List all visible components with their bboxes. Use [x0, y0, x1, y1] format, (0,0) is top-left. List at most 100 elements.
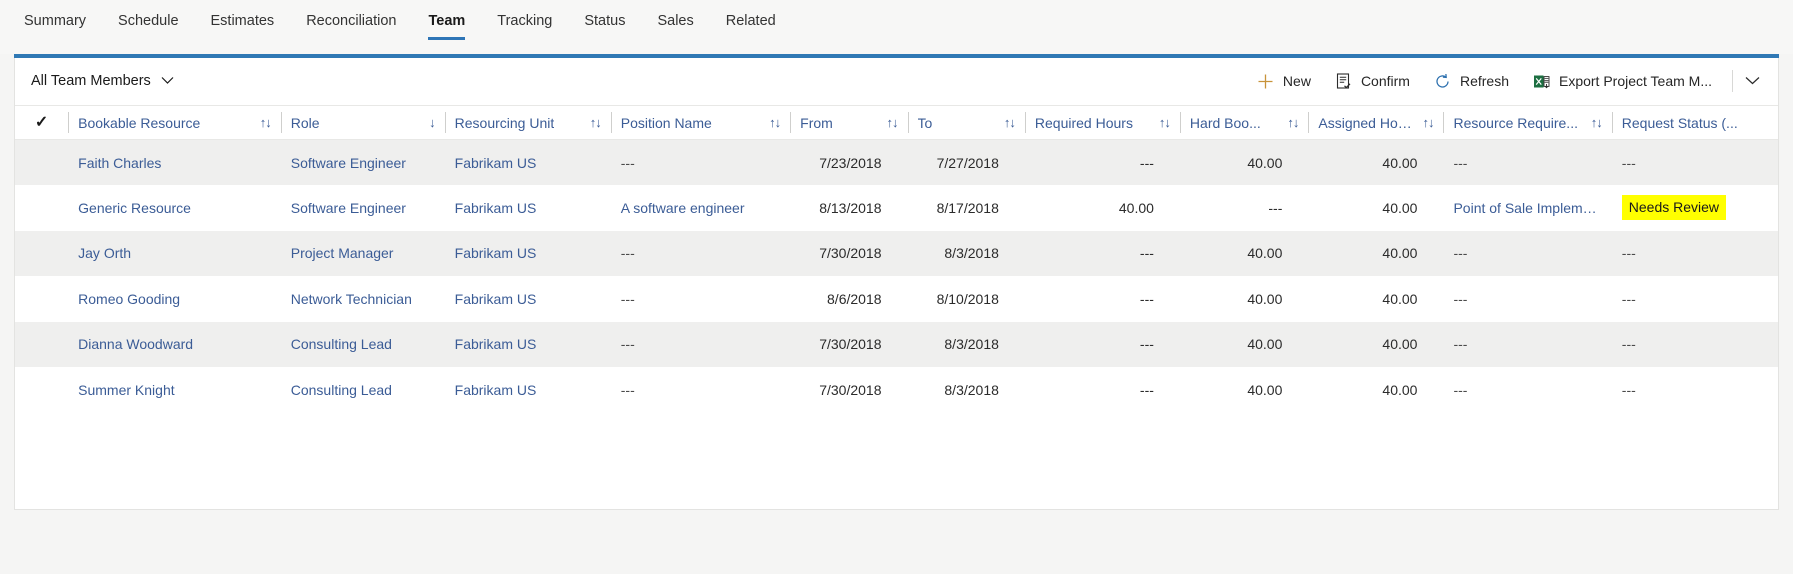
- cell-position-name[interactable]: A software engineer: [611, 185, 790, 231]
- confirm-checklist-icon: [1335, 72, 1352, 90]
- command-bar-overflow-button[interactable]: [1735, 66, 1774, 96]
- column-header-label: Assigned Hours: [1318, 114, 1417, 131]
- sort-toggle-icon[interactable]: ↑↓: [1591, 115, 1603, 130]
- column-header-resource-require[interactable]: Resource Require... ↑↓: [1443, 105, 1612, 140]
- cell-resource-requirement[interactable]: Point of Sale Impleme...: [1443, 185, 1611, 231]
- sort-toggle-icon[interactable]: ↑↓: [260, 115, 272, 130]
- cell-resourcing-unit[interactable]: Fabrikam US: [445, 322, 611, 368]
- table-row[interactable]: Generic Resource Software Engineer Fabrika…: [15, 185, 1778, 231]
- row-select-checkbox[interactable]: [15, 276, 68, 322]
- column-header-request-status[interactable]: Request Status (...: [1611, 105, 1778, 140]
- cell-from: 7/30/2018: [819, 245, 882, 262]
- cell-hard-booked-hours: 40.00: [1247, 290, 1283, 307]
- cell-required-hours: ---: [1139, 290, 1154, 307]
- sort-toggle-icon[interactable]: ↑↓: [1159, 115, 1171, 130]
- table-row[interactable]: Jay Orth Project Manager Fabrikam US --- 7/3…: [15, 230, 1778, 277]
- cell-resourcing-unit[interactable]: Fabrikam US: [445, 276, 611, 322]
- cell-resourcing-unit[interactable]: Fabrikam US: [445, 367, 611, 413]
- view-selector[interactable]: All Team Members: [27, 68, 182, 94]
- export-project-team-members-button[interactable]: Export Project Team M...: [1521, 67, 1724, 96]
- cell-assigned-hours: 40.00: [1382, 381, 1418, 398]
- plus-icon: [1257, 73, 1274, 90]
- tab-related[interactable]: Related: [710, 12, 792, 42]
- refresh-button[interactable]: Refresh: [1422, 67, 1521, 96]
- row-select-checkbox[interactable]: [15, 367, 68, 413]
- cell-to: 8/3/2018: [944, 336, 999, 353]
- chevron-down-icon: [161, 72, 174, 90]
- cell-role[interactable]: Consulting Lead: [281, 367, 445, 413]
- sort-toggle-icon[interactable]: ↑↓: [769, 115, 781, 130]
- tab-sales[interactable]: Sales: [641, 12, 709, 42]
- column-header-resourcing-unit[interactable]: Resourcing Unit ↑↓: [444, 105, 611, 140]
- cell-resourcing-unit[interactable]: Fabrikam US: [445, 231, 611, 277]
- cell-bookable-resource[interactable]: Summer Knight: [68, 367, 281, 413]
- cell-resourcing-unit[interactable]: Fabrikam US: [445, 140, 611, 186]
- cell-hard-booked-hours: 40.00: [1247, 245, 1283, 262]
- cell-request-status: ---: [1621, 336, 1636, 353]
- cell-to: 8/10/2018: [936, 290, 999, 307]
- cell-role[interactable]: Software Engineer: [281, 140, 445, 186]
- cell-request-status: Needs Review: [1612, 185, 1778, 231]
- cell-bookable-resource[interactable]: Faith Charles: [68, 140, 281, 186]
- table-header-row: ✓ Bookable Resource ↑↓ Role ↓ Resourcing Uni…: [15, 105, 1778, 140]
- new-button-label: New: [1282, 73, 1311, 89]
- row-select-checkbox[interactable]: [15, 140, 68, 186]
- table-row[interactable]: Faith Charles Software Engineer Fabrikam U…: [15, 139, 1778, 186]
- column-header-assigned-hours[interactable]: Assigned Hours ↑↓: [1308, 105, 1444, 140]
- cell-required-hours: ---: [1139, 336, 1154, 353]
- confirm-button[interactable]: Confirm: [1323, 67, 1422, 96]
- cell-position-name: ---: [620, 245, 635, 262]
- sort-toggle-icon[interactable]: ↑↓: [1004, 115, 1016, 130]
- row-select-checkbox[interactable]: [15, 231, 68, 277]
- cell-request-status: ---: [1621, 290, 1636, 307]
- row-select-checkbox[interactable]: [15, 185, 68, 231]
- sort-toggle-icon[interactable]: ↑↓: [1287, 115, 1299, 130]
- table-row[interactable]: Dianna Woodward Consulting Lead Fabrikam U…: [15, 321, 1778, 368]
- cell-hard-booked-hours: 40.00: [1247, 336, 1283, 353]
- command-bar-divider: [1732, 70, 1733, 92]
- column-header-position-name[interactable]: Position Name ↑↓: [610, 105, 791, 140]
- cell-role[interactable]: Network Technician: [281, 276, 445, 322]
- tab-tracking[interactable]: Tracking: [481, 12, 568, 42]
- sort-descending-icon[interactable]: ↓: [429, 115, 435, 130]
- cell-resourcing-unit[interactable]: Fabrikam US: [445, 185, 611, 231]
- tab-estimates[interactable]: Estimates: [195, 12, 291, 42]
- cell-role[interactable]: Consulting Lead: [281, 322, 445, 368]
- column-header-bookable-resource[interactable]: Bookable Resource ↑↓: [68, 105, 281, 140]
- cell-bookable-resource[interactable]: Generic Resource: [68, 185, 281, 231]
- table-row[interactable]: Summer Knight Consulting Lead Fabrikam US -…: [15, 367, 1778, 413]
- cell-required-hours: ---: [1139, 245, 1154, 262]
- tab-summary[interactable]: Summary: [8, 12, 102, 42]
- column-header-label: Bookable Resource: [78, 114, 201, 131]
- tab-team[interactable]: Team: [412, 12, 481, 42]
- table-body: Faith Charles Software Engineer Fabrikam U…: [15, 139, 1778, 413]
- cell-role[interactable]: Software Engineer: [281, 185, 445, 231]
- sort-toggle-icon[interactable]: ↑↓: [887, 115, 899, 130]
- column-header-to[interactable]: To ↑↓: [907, 105, 1025, 140]
- cell-role[interactable]: Project Manager: [281, 231, 445, 277]
- tab-schedule[interactable]: Schedule: [102, 12, 194, 42]
- refresh-icon: [1434, 73, 1451, 90]
- cell-resource-requirement: ---: [1453, 381, 1468, 398]
- cell-bookable-resource[interactable]: Dianna Woodward: [68, 322, 281, 368]
- column-header-required-hours[interactable]: Required Hours ↑↓: [1024, 105, 1180, 140]
- excel-export-icon: [1533, 73, 1550, 90]
- cell-hard-booked-hours: ---: [1268, 199, 1283, 216]
- column-header-hard-boo[interactable]: Hard Boo... ↑↓: [1179, 105, 1309, 140]
- sort-toggle-icon[interactable]: ↑↓: [1422, 115, 1434, 130]
- cell-bookable-resource[interactable]: Romeo Gooding: [68, 276, 281, 322]
- cell-resource-requirement: ---: [1453, 290, 1468, 307]
- new-button[interactable]: New: [1245, 67, 1323, 96]
- tab-status[interactable]: Status: [568, 12, 641, 42]
- row-select-checkbox[interactable]: [15, 322, 68, 368]
- sort-toggle-icon[interactable]: ↑↓: [590, 115, 602, 130]
- column-header-role[interactable]: Role ↓: [280, 105, 445, 140]
- cell-assigned-hours: 40.00: [1382, 336, 1418, 353]
- cell-bookable-resource[interactable]: Jay Orth: [68, 231, 281, 277]
- column-header-from[interactable]: From ↑↓: [790, 105, 908, 140]
- cell-hard-booked-hours: 40.00: [1247, 381, 1283, 398]
- column-header-label: Role: [290, 114, 320, 131]
- table-row[interactable]: Romeo Gooding Network Technician Fabrikam …: [15, 276, 1778, 322]
- select-all-checkbox[interactable]: ✓: [15, 105, 69, 140]
- tab-reconciliation[interactable]: Reconciliation: [290, 12, 412, 42]
